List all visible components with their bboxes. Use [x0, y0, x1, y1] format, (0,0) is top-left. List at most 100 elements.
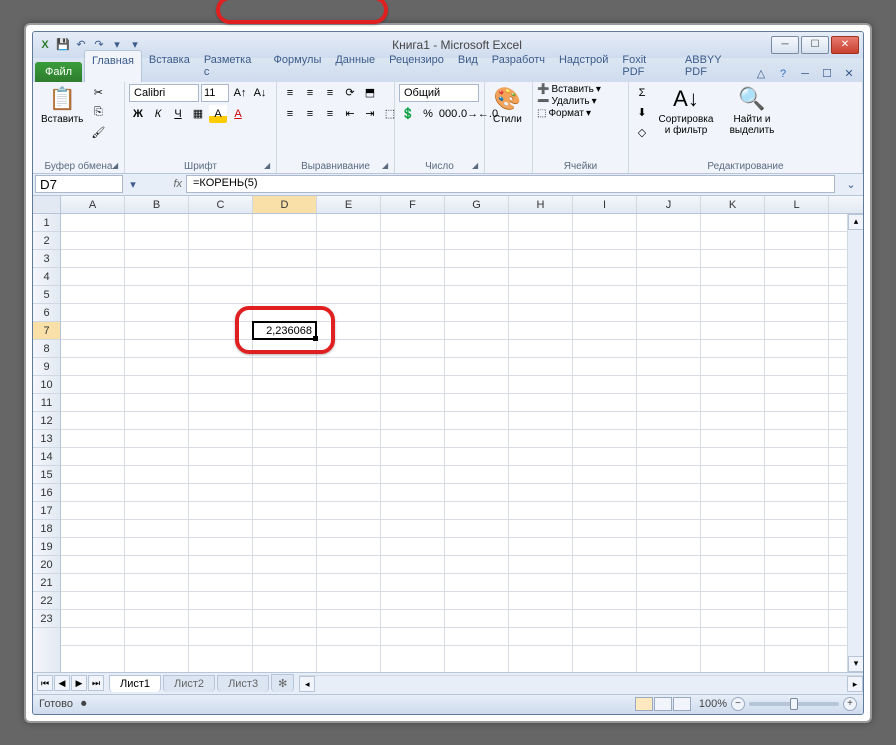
doc-close-icon[interactable]: ✕ — [841, 66, 857, 82]
col-header-G[interactable]: G — [445, 196, 509, 213]
row-header-6[interactable]: 6 — [33, 304, 60, 322]
formula-input[interactable]: =КОРЕНЬ(5) — [186, 175, 835, 193]
doc-minimize-icon[interactable]: ─ — [797, 66, 813, 82]
copy-icon[interactable]: ⎘ — [89, 104, 107, 122]
scroll-right-icon[interactable]: ▸ — [847, 676, 863, 692]
italic-icon[interactable]: К — [149, 105, 167, 123]
file-tab[interactable]: Файл — [35, 62, 82, 82]
ribbon-tab-8[interactable]: Надстрой — [552, 50, 615, 82]
currency-icon[interactable]: 💲 — [399, 105, 417, 123]
save-icon[interactable]: 💾 — [55, 37, 71, 53]
row-header-8[interactable]: 8 — [33, 340, 60, 358]
col-header-B[interactable]: B — [125, 196, 189, 213]
clear-icon[interactable]: ◇ — [633, 124, 651, 142]
expand-formula-bar-icon[interactable]: ⌄ — [843, 176, 859, 192]
doc-restore-icon[interactable]: ☐ — [819, 66, 835, 82]
close-button[interactable]: ✕ — [831, 36, 859, 54]
row-header-15[interactable]: 15 — [33, 466, 60, 484]
row-header-21[interactable]: 21 — [33, 574, 60, 592]
zoom-thumb[interactable] — [790, 698, 798, 710]
col-header-A[interactable]: A — [61, 196, 125, 213]
align-center-icon[interactable]: ≡ — [301, 105, 319, 123]
indent-inc-icon[interactable]: ⇥ — [361, 105, 379, 123]
indent-dec-icon[interactable]: ⇤ — [341, 105, 359, 123]
cells-insert-button[interactable]: ➕Вставить▾ — [537, 84, 601, 95]
ribbon-tab-7[interactable]: Разработч — [485, 50, 552, 82]
cells-format-button[interactable]: ⬚Формат▾ — [537, 108, 591, 119]
underline-icon[interactable]: Ч — [169, 105, 187, 123]
font-launcher-icon[interactable]: ◢ — [264, 161, 274, 171]
fill-icon[interactable]: ⬇ — [633, 104, 651, 122]
col-header-J[interactable]: J — [637, 196, 701, 213]
excel-icon[interactable]: X — [37, 37, 53, 53]
row-header-2[interactable]: 2 — [33, 232, 60, 250]
row-header-11[interactable]: 11 — [33, 394, 60, 412]
align-top-icon[interactable]: ≡ — [281, 84, 299, 102]
cut-icon[interactable]: ✂ — [89, 84, 107, 102]
find-select-button[interactable]: 🔍 Найти и выделить — [721, 84, 783, 138]
ribbon-tab-10[interactable]: ABBYY PDF — [678, 50, 753, 82]
number-format-combo[interactable] — [399, 84, 479, 102]
clipboard-launcher-icon[interactable]: ◢ — [112, 161, 122, 171]
select-all-corner[interactable] — [33, 196, 61, 213]
col-header-F[interactable]: F — [381, 196, 445, 213]
fx-icon[interactable]: fx — [169, 178, 186, 190]
maximize-button[interactable]: ☐ — [801, 36, 829, 54]
ribbon-tab-0[interactable]: Главная — [84, 50, 142, 82]
wrap-text-icon[interactable]: ⬒ — [361, 84, 379, 102]
orientation-icon[interactable]: ⟳ — [341, 84, 359, 102]
tab-next-icon[interactable]: ▶ — [71, 675, 87, 691]
inc-decimal-icon[interactable]: .0→ — [459, 105, 477, 123]
fill-color-icon[interactable]: A — [209, 105, 227, 123]
autosum-icon[interactable]: Σ — [633, 84, 651, 102]
styles-button[interactable]: 🎨 Стили — [489, 84, 526, 127]
tab-prev-icon[interactable]: ◀ — [54, 675, 70, 691]
align-middle-icon[interactable]: ≡ — [301, 84, 319, 102]
col-header-I[interactable]: I — [573, 196, 637, 213]
font-size-combo[interactable] — [201, 84, 229, 102]
ribbon-tab-9[interactable]: Foxit PDF — [615, 50, 678, 82]
format-painter-icon[interactable]: 🖌 — [89, 124, 107, 142]
row-header-18[interactable]: 18 — [33, 520, 60, 538]
sort-filter-button[interactable]: A↓ Сортировка и фильтр — [653, 84, 719, 138]
scroll-left-icon[interactable]: ◂ — [299, 676, 315, 692]
font-color-icon[interactable]: A — [229, 105, 247, 123]
sheet-tab-1[interactable]: Лист2 — [163, 675, 215, 692]
row-header-16[interactable]: 16 — [33, 484, 60, 502]
minimize-ribbon-icon[interactable]: △ — [753, 66, 769, 82]
col-header-H[interactable]: H — [509, 196, 573, 213]
sheet-tab-0[interactable]: Лист1 — [109, 675, 161, 692]
row-header-9[interactable]: 9 — [33, 358, 60, 376]
horizontal-scrollbar[interactable]: ◂ ▸ — [299, 675, 863, 691]
name-box-dropdown-icon[interactable]: ▾ — [125, 176, 141, 192]
shrink-font-icon[interactable]: A↓ — [251, 84, 269, 102]
row-header-19[interactable]: 19 — [33, 538, 60, 556]
percent-icon[interactable]: % — [419, 105, 437, 123]
col-header-K[interactable]: K — [701, 196, 765, 213]
macro-record-icon[interactable]: ⏺ — [81, 698, 87, 711]
alignment-launcher-icon[interactable]: ◢ — [382, 161, 392, 171]
row-header-14[interactable]: 14 — [33, 448, 60, 466]
font-name-combo[interactable] — [129, 84, 199, 102]
row-header-22[interactable]: 22 — [33, 592, 60, 610]
row-header-17[interactable]: 17 — [33, 502, 60, 520]
row-header-7[interactable]: 7 — [33, 322, 60, 340]
sheet-tab-2[interactable]: Лист3 — [217, 675, 269, 692]
ribbon-tab-2[interactable]: Разметка с — [197, 50, 267, 82]
row-header-13[interactable]: 13 — [33, 430, 60, 448]
ribbon-tab-3[interactable]: Формулы — [266, 50, 328, 82]
ribbon-tab-5[interactable]: Рецензиро — [382, 50, 451, 82]
row-header-20[interactable]: 20 — [33, 556, 60, 574]
zoom-slider[interactable] — [749, 702, 839, 706]
fill-handle[interactable] — [313, 336, 318, 341]
page-break-view-button[interactable] — [673, 697, 691, 711]
paste-button[interactable]: 📋 Вставить — [37, 84, 87, 127]
zoom-in-button[interactable]: + — [843, 697, 857, 711]
scroll-down-icon[interactable]: ▾ — [848, 656, 863, 672]
number-launcher-icon[interactable]: ◢ — [472, 161, 482, 171]
tab-last-icon[interactable]: ⏭ — [88, 675, 104, 691]
col-header-C[interactable]: C — [189, 196, 253, 213]
col-header-E[interactable]: E — [317, 196, 381, 213]
selected-cell[interactable]: 2,236068 — [252, 321, 317, 340]
row-header-1[interactable]: 1 — [33, 214, 60, 232]
